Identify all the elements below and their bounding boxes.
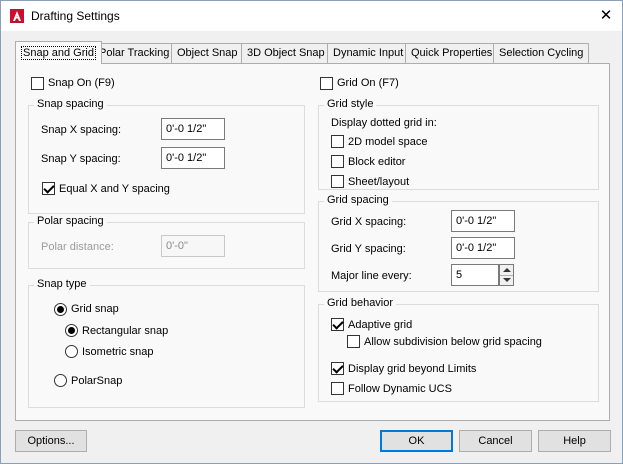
polarsnap-radio[interactable] [54, 374, 67, 387]
grid-style-title: Grid style [324, 98, 377, 110]
sheet-layout-label: Sheet/layout [348, 176, 410, 188]
block-editor-label: Block editor [348, 156, 406, 168]
ok-button[interactable]: OK [380, 430, 453, 452]
polar-spacing-title: Polar spacing [34, 215, 107, 227]
grid-behavior-group: Grid behavior Adaptive grid Allow subdiv… [318, 297, 599, 402]
adaptive-grid-label: Adaptive grid [348, 319, 413, 331]
rectangular-snap-radio[interactable] [65, 324, 78, 337]
display-dotted-grid-label: Display dotted grid in: [331, 117, 437, 129]
block-editor-checkbox[interactable] [331, 155, 344, 168]
drafting-settings-dialog: Drafting Settings ✕ Snap and Grid Polar … [0, 0, 623, 464]
tab-snap-and-grid[interactable]: Snap and Grid [15, 41, 102, 64]
snap-on-checkbox[interactable] [31, 77, 44, 90]
grid-on-checkbox[interactable] [320, 77, 333, 90]
tab-dynamic-input[interactable]: Dynamic Input [327, 43, 410, 63]
grid-spacing-group: Grid spacing Grid X spacing: 0'-0 1/2" G… [318, 194, 599, 292]
close-icon[interactable]: ✕ [594, 6, 618, 26]
tab-quick-properties[interactable]: Quick Properties [405, 43, 499, 63]
follow-dynamic-ucs-checkbox[interactable] [331, 382, 344, 395]
follow-dynamic-ucs-label: Follow Dynamic UCS [348, 383, 452, 395]
display-beyond-limits-label: Display grid beyond Limits [348, 363, 477, 375]
polar-distance-label: Polar distance: [41, 241, 114, 253]
tab-object-snap[interactable]: Object Snap [171, 43, 244, 63]
grid-on-label: Grid On (F7) [337, 77, 399, 89]
sheet-layout-checkbox[interactable] [331, 175, 344, 188]
grid-y-spacing-input[interactable]: 0'-0 1/2" [451, 237, 515, 259]
grid-snap-label: Grid snap [71, 303, 119, 315]
grid-y-spacing-label: Grid Y spacing: [331, 243, 406, 255]
isometric-snap-radio[interactable] [65, 345, 78, 358]
tab-selection-cycling[interactable]: Selection Cycling [493, 43, 590, 63]
grid-x-spacing-label: Grid X spacing: [331, 216, 407, 228]
adaptive-grid-checkbox[interactable] [331, 318, 344, 331]
equal-xy-spacing-checkbox[interactable] [42, 182, 55, 195]
equal-xy-spacing-label: Equal X and Y spacing [59, 183, 170, 195]
spinner-up-icon[interactable] [503, 268, 511, 272]
help-button[interactable]: Help [538, 430, 611, 452]
autocad-app-icon [10, 9, 24, 23]
window-title: Drafting Settings [31, 9, 120, 23]
grid-style-group: Grid style Display dotted grid in: 2D mo… [318, 98, 599, 190]
allow-subdivision-checkbox[interactable] [347, 335, 360, 348]
tab-3d-object-snap[interactable]: 3D Object Snap [241, 43, 331, 63]
snap-and-grid-panel: Snap On (F9) Snap spacing Snap X spacing… [15, 63, 610, 421]
snap-y-spacing-input[interactable]: 0'-0 1/2" [161, 147, 225, 169]
snap-type-title: Snap type [34, 278, 90, 290]
major-line-spinner[interactable] [499, 264, 514, 286]
snap-spacing-title: Snap spacing [34, 98, 107, 110]
grid-spacing-title: Grid spacing [324, 194, 392, 206]
snap-type-group: Snap type Grid snap Rectangular snap Iso… [28, 278, 305, 408]
polarsnap-label: PolarSnap [71, 375, 123, 387]
display-beyond-limits-checkbox[interactable] [331, 362, 344, 375]
major-line-label: Major line every: [331, 270, 412, 282]
grid-snap-radio[interactable] [54, 303, 67, 316]
options-button[interactable]: Options... [15, 430, 87, 452]
tab-polar-tracking[interactable]: Polar Tracking [93, 43, 176, 63]
spinner-down-icon[interactable] [503, 278, 511, 282]
title-bar: Drafting Settings ✕ [1, 1, 622, 31]
snap-on-label: Snap On (F9) [48, 77, 115, 89]
allow-subdivision-label: Allow subdivision below grid spacing [364, 336, 542, 348]
model-space-checkbox[interactable] [331, 135, 344, 148]
snap-x-spacing-label: Snap X spacing: [41, 124, 122, 136]
snap-y-spacing-label: Snap Y spacing: [41, 153, 121, 165]
polar-spacing-group: Polar spacing Polar distance: 0'-0" [28, 215, 305, 269]
snap-x-spacing-input[interactable]: 0'-0 1/2" [161, 118, 225, 140]
snap-spacing-group: Snap spacing Snap X spacing: 0'-0 1/2" S… [28, 98, 305, 214]
cancel-button[interactable]: Cancel [459, 430, 532, 452]
isometric-snap-label: Isometric snap [82, 346, 154, 358]
model-space-label: 2D model space [348, 136, 428, 148]
grid-behavior-title: Grid behavior [324, 297, 397, 309]
rectangular-snap-label: Rectangular snap [82, 325, 169, 337]
polar-distance-input: 0'-0" [161, 235, 225, 257]
grid-x-spacing-input[interactable]: 0'-0 1/2" [451, 210, 515, 232]
major-line-input[interactable]: 5 [451, 264, 499, 286]
